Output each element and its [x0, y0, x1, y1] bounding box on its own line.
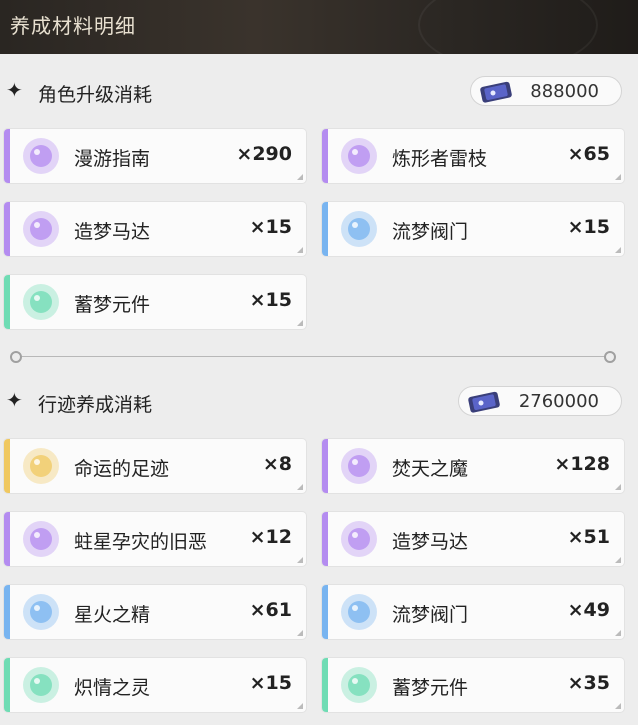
corner-mark [615, 484, 621, 490]
material-quantity: ×35 [567, 672, 610, 694]
material-name: 焚天之魔 [392, 458, 469, 480]
material-quantity: ×15 [567, 216, 610, 238]
material-name: 蓄梦元件 [392, 677, 469, 699]
header-decoration [418, 0, 598, 70]
material-quantity: ×290 [236, 143, 292, 165]
blue-flame-demon-icon [338, 445, 380, 487]
material-name: 流梦阀门 [392, 221, 469, 243]
corner-mark [615, 174, 621, 180]
material-name: 命运的足迹 [74, 458, 170, 480]
material-quantity: ×49 [567, 599, 610, 621]
rarity-bar [322, 512, 328, 566]
material-quantity: ×15 [249, 672, 292, 694]
material-quantity: ×8 [262, 453, 292, 475]
material-quantity: ×12 [249, 526, 292, 548]
credits-total: 888000 [470, 76, 622, 106]
material-name: 蓄梦元件 [74, 294, 151, 316]
dream-motor-icon [338, 518, 380, 560]
footprint-icon [20, 445, 62, 487]
material-name: 流梦阀门 [392, 604, 469, 626]
rarity-bar [4, 512, 10, 566]
credit-ticket-icon [480, 81, 512, 103]
credits-total: 2760000 [458, 386, 622, 416]
corner-mark [297, 557, 303, 563]
page-header: 养成材料明细 [0, 0, 638, 70]
material-name: 炼形者雷枝 [392, 148, 488, 170]
starfire-essence-icon [20, 591, 62, 633]
rarity-bar [4, 275, 10, 329]
material-name: 造梦马达 [392, 531, 469, 553]
section-title: 行迹养成消耗 [38, 394, 153, 416]
sparkle-icon: ✦ [6, 78, 23, 102]
material-card[interactable]: 流梦阀门 ×49 [322, 585, 624, 639]
page-title: 养成材料明细 [10, 14, 136, 38]
rarity-bar [322, 129, 328, 183]
passion-spirit-icon [20, 664, 62, 706]
corner-mark [297, 630, 303, 636]
material-quantity: ×128 [554, 453, 610, 475]
rarity-bar [322, 202, 328, 256]
material-card[interactable]: 炼形者雷枝 ×65 [322, 129, 624, 183]
material-card[interactable]: 蓄梦元件 ×35 [322, 658, 624, 712]
section-divider [10, 350, 616, 364]
rarity-bar [4, 439, 10, 493]
corner-mark [297, 174, 303, 180]
section-title: 角色升级消耗 [38, 84, 153, 106]
material-card[interactable]: 漫游指南 ×290 [4, 129, 306, 183]
material-quantity: ×65 [567, 143, 610, 165]
rarity-bar [322, 439, 328, 493]
material-name: 蛀星孕灾的旧恶 [74, 531, 208, 553]
material-quantity: ×51 [567, 526, 610, 548]
material-card[interactable]: 蛀星孕灾的旧恶 ×12 [4, 512, 306, 566]
dream-valve-icon [338, 591, 380, 633]
material-card[interactable]: 造梦马达 ×15 [4, 202, 306, 256]
rarity-bar [322, 658, 328, 712]
material-card[interactable]: 炽情之灵 ×15 [4, 658, 306, 712]
material-card[interactable]: 流梦阀门 ×15 [322, 202, 624, 256]
sparkle-icon: ✦ [6, 388, 23, 412]
credits-value: 2760000 [518, 391, 599, 412]
dream-valve-icon [338, 208, 380, 250]
material-card[interactable]: 蓄梦元件 ×15 [4, 275, 306, 329]
material-card[interactable]: 焚天之魔 ×128 [322, 439, 624, 493]
credits-value: 888000 [530, 81, 599, 102]
corner-mark [297, 703, 303, 709]
rarity-bar [4, 129, 10, 183]
corner-mark [297, 247, 303, 253]
material-card[interactable]: 星火之精 ×61 [4, 585, 306, 639]
material-quantity: ×15 [249, 216, 292, 238]
material-quantity: ×61 [249, 599, 292, 621]
rarity-bar [4, 658, 10, 712]
material-card[interactable]: 造梦马达 ×51 [322, 512, 624, 566]
rarity-bar [322, 585, 328, 639]
corner-mark [297, 484, 303, 490]
material-name: 炽情之灵 [74, 677, 151, 699]
corner-mark [615, 557, 621, 563]
corner-mark [615, 703, 621, 709]
material-name: 漫游指南 [74, 148, 151, 170]
material-card[interactable]: 命运的足迹 ×8 [4, 439, 306, 493]
material-name: 星火之精 [74, 604, 151, 626]
material-name: 造梦马达 [74, 221, 151, 243]
lightning-branch-icon [338, 135, 380, 177]
material-quantity: ×15 [249, 289, 292, 311]
dream-motor-icon [20, 208, 62, 250]
rarity-bar [4, 585, 10, 639]
credit-ticket-icon [468, 391, 500, 413]
rarity-bar [4, 202, 10, 256]
corner-mark [615, 630, 621, 636]
corner-mark [615, 247, 621, 253]
book-icon [20, 135, 62, 177]
dream-component-icon [20, 281, 62, 323]
ancient-evil-icon [20, 518, 62, 560]
corner-mark [297, 320, 303, 326]
dream-component-icon [338, 664, 380, 706]
